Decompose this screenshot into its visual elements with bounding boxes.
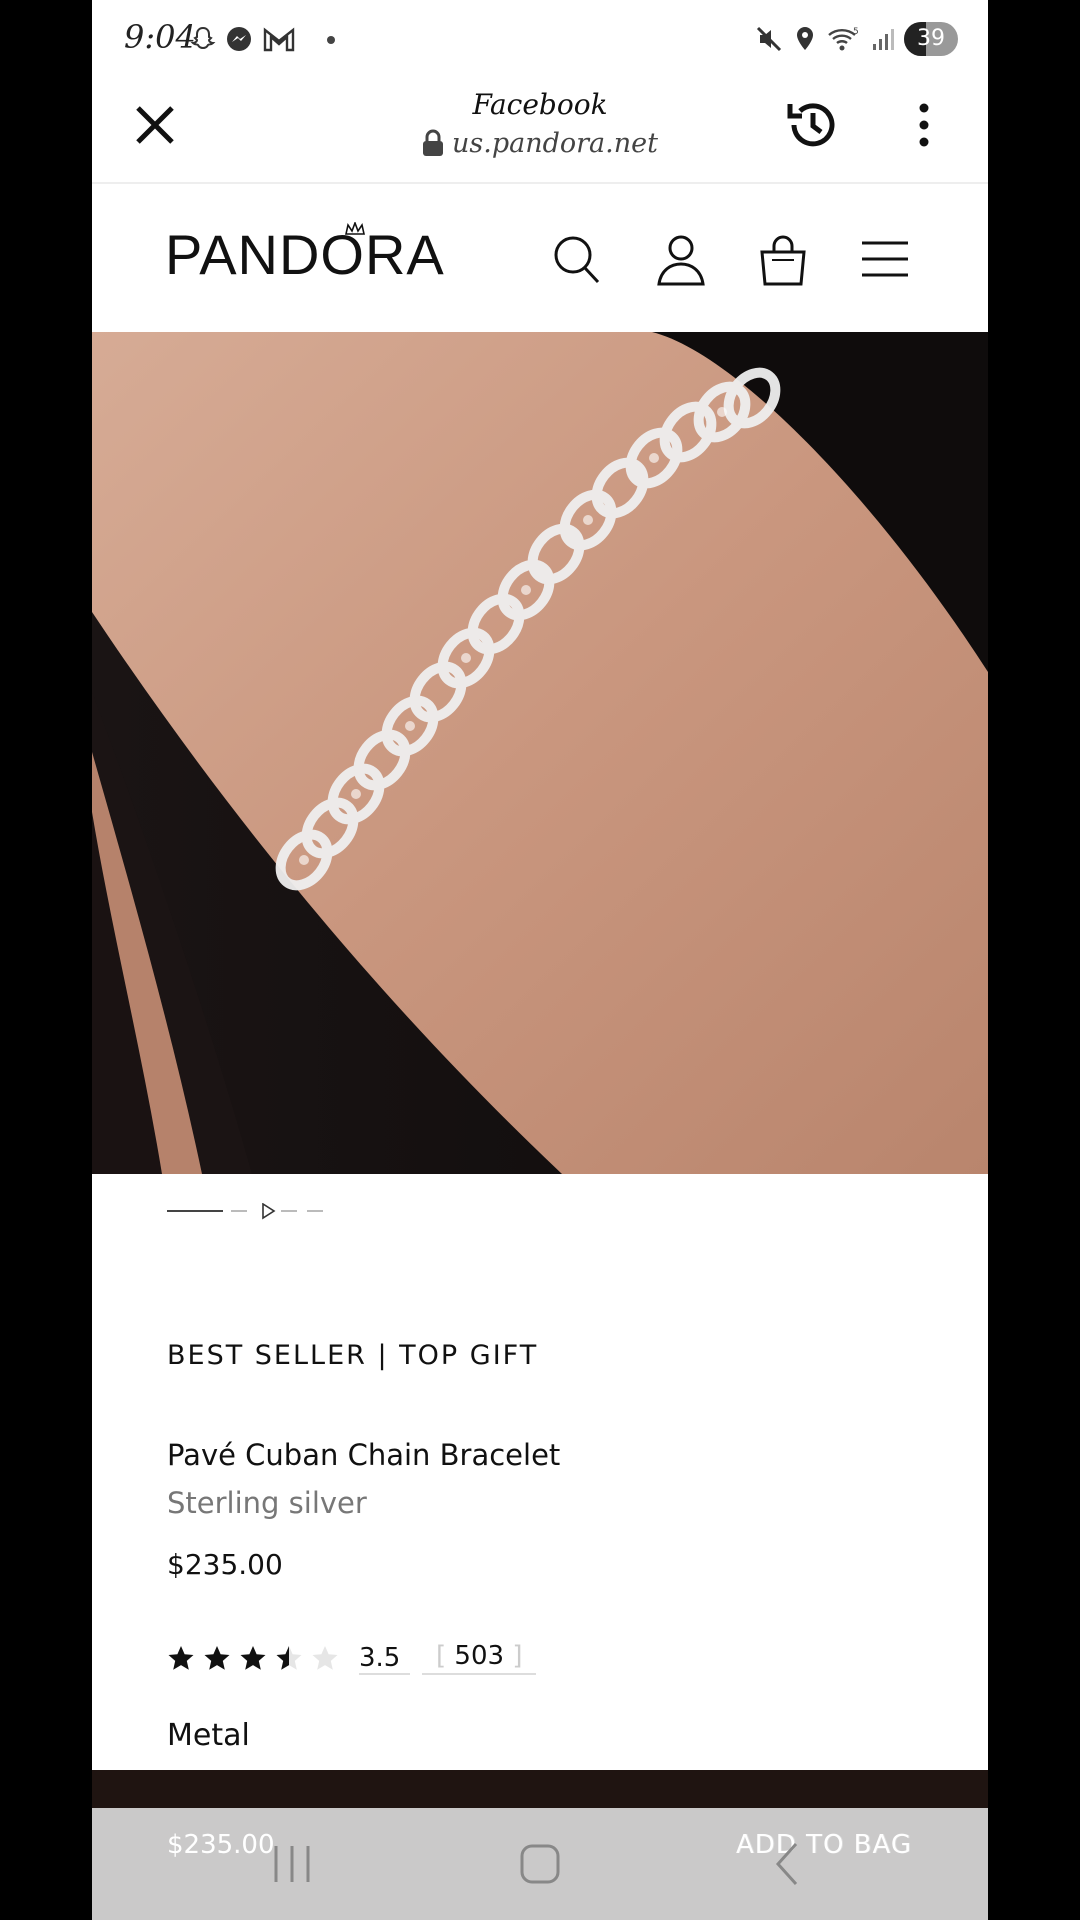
mute-icon: [756, 26, 782, 52]
site-header: PANDORA: [92, 184, 988, 332]
star-icon: [204, 1646, 230, 1670]
option-label-metal: Metal: [167, 1718, 250, 1753]
star-icon: [168, 1646, 194, 1670]
account-icon[interactable]: [656, 232, 706, 286]
snapchat-icon: [190, 26, 216, 50]
review-count-value: 503: [454, 1641, 505, 1671]
dot-icon: [327, 36, 335, 44]
bag-icon[interactable]: [758, 232, 808, 286]
phone-screen: 9:04 5 39 Facebook us.pandora.net PANDOR…: [92, 0, 988, 1920]
carousel-indicator[interactable]: [167, 1203, 367, 1223]
home-icon[interactable]: [510, 1838, 570, 1890]
crown-icon: [345, 222, 365, 235]
more-options-icon[interactable]: [918, 102, 930, 148]
back-icon[interactable]: [758, 1838, 818, 1890]
url-bar[interactable]: us.pandora.net: [92, 128, 988, 159]
bracelet-photo: [92, 332, 988, 1174]
product-price: $235.00: [167, 1548, 283, 1581]
signal-icon: [873, 29, 894, 50]
bracket-open-icon: [: [436, 1641, 447, 1671]
location-icon: [797, 27, 813, 50]
star-half-icon: [276, 1646, 302, 1670]
product-name: Pavé Cuban Chain Bracelet: [167, 1438, 561, 1472]
product-material: Sterling silver: [167, 1486, 367, 1520]
battery-icon: 39: [904, 22, 958, 56]
svg-text:5: 5: [853, 27, 859, 37]
history-icon[interactable]: [782, 94, 844, 156]
review-count[interactable]: [ 503 ]: [422, 1641, 537, 1675]
star-rating[interactable]: [167, 1642, 343, 1674]
sticky-price-overlay: $235.00: [167, 1830, 275, 1860]
menu-icon[interactable]: [860, 232, 910, 286]
lock-icon: [423, 129, 444, 156]
rating-value[interactable]: 3.5: [359, 1643, 411, 1675]
messenger-icon: [227, 27, 251, 51]
star-empty-icon: [312, 1646, 338, 1670]
status-bar: 9:04 5 39: [92, 0, 988, 78]
browser-custom-tab-bar: Facebook us.pandora.net: [92, 78, 988, 184]
status-time: 9:04: [124, 18, 196, 56]
wifi-icon: 5: [828, 27, 859, 51]
video-play-icon: [262, 1203, 276, 1220]
recent-apps-icon[interactable]: [262, 1838, 322, 1890]
star-icon: [240, 1646, 266, 1670]
url-text: us.pandora.net: [452, 128, 658, 159]
gmail-icon: [263, 27, 295, 52]
android-nav-bar: $235.00 ADD TO BAG: [92, 1808, 988, 1920]
pandora-logo[interactable]: PANDORA: [165, 222, 445, 287]
search-icon[interactable]: [552, 232, 602, 286]
bracket-close-icon: ]: [512, 1641, 523, 1671]
product-badge: BEST SELLER | TOP GIFT: [167, 1340, 539, 1371]
product-image[interactable]: [92, 332, 988, 1174]
tab-title: Facebook: [472, 88, 608, 121]
